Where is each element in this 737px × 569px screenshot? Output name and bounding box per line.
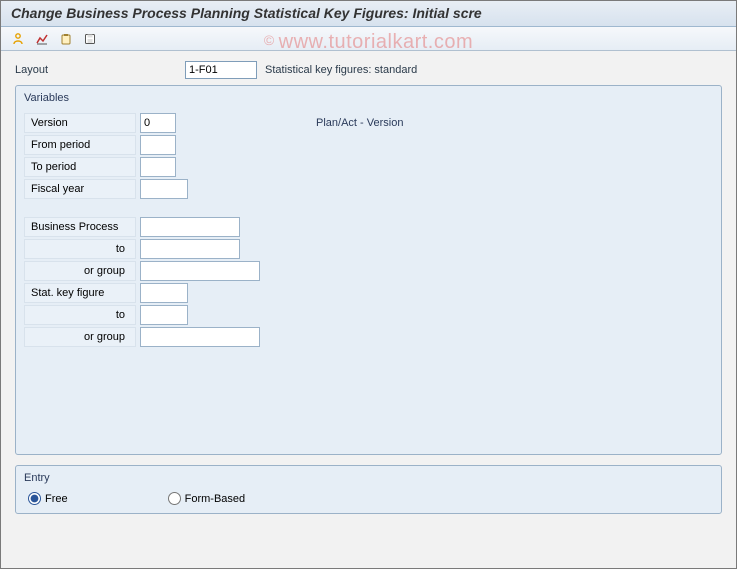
fiscal-year-label: Fiscal year <box>24 179 136 199</box>
content-area: Layout Statistical key figures: standard… <box>1 51 736 524</box>
business-process-row: Business Process <box>24 216 713 238</box>
entry-formbased-radio[interactable] <box>168 492 181 505</box>
variables-panel: Variables Version Plan/Act - Version Fro… <box>15 85 722 455</box>
toolbar <box>1 27 736 51</box>
bp-to-input[interactable] <box>140 239 240 259</box>
bp-group-input[interactable] <box>140 261 260 281</box>
paste-icon[interactable] <box>57 30 75 48</box>
stat-key-figure-row: Stat. key figure <box>24 282 713 304</box>
from-period-input[interactable] <box>140 135 176 155</box>
version-row: Version Plan/Act - Version <box>24 112 713 134</box>
variables-title: Variables <box>24 90 713 106</box>
version-label: Version <box>24 113 136 133</box>
skf-to-row: to <box>24 304 713 326</box>
page-title: Change Business Process Planning Statist… <box>11 5 482 21</box>
from-period-row: From period <box>24 134 713 156</box>
layout-input[interactable] <box>185 61 257 79</box>
bp-group-row: or group <box>24 260 713 282</box>
to-period-row: To period <box>24 156 713 178</box>
layout-description: Statistical key figures: standard <box>265 64 417 76</box>
entry-free-label: Free <box>45 493 68 505</box>
to-period-input[interactable] <box>140 157 176 177</box>
bp-to-label: to <box>24 239 136 259</box>
from-period-label: From period <box>24 135 136 155</box>
skf-group-row: or group <box>24 326 713 348</box>
save-icon[interactable] <box>81 30 99 48</box>
entry-panel: Entry Free Form-Based <box>15 465 722 514</box>
chart-icon[interactable] <box>33 30 51 48</box>
fiscal-year-input[interactable] <box>140 179 188 199</box>
bp-group-label: or group <box>24 261 136 281</box>
person-icon[interactable] <box>9 30 27 48</box>
to-period-label: To period <box>24 157 136 177</box>
stat-key-figure-input[interactable] <box>140 283 188 303</box>
skf-group-input[interactable] <box>140 327 260 347</box>
skf-group-label: or group <box>24 327 136 347</box>
skf-to-input[interactable] <box>140 305 188 325</box>
entry-free-option[interactable]: Free <box>28 492 68 505</box>
version-description: Plan/Act - Version <box>316 117 403 129</box>
entry-formbased-label: Form-Based <box>185 493 246 505</box>
stat-key-figure-label: Stat. key figure <box>24 283 136 303</box>
version-input[interactable] <box>140 113 176 133</box>
entry-radio-group: Free Form-Based <box>24 492 713 505</box>
skf-to-label: to <box>24 305 136 325</box>
fiscal-year-row: Fiscal year <box>24 178 713 200</box>
layout-row: Layout Statistical key figures: standard <box>15 61 722 79</box>
bp-to-row: to <box>24 238 713 260</box>
entry-title: Entry <box>24 470 713 486</box>
title-bar: Change Business Process Planning Statist… <box>1 1 736 27</box>
layout-label: Layout <box>15 64 185 76</box>
business-process-label: Business Process <box>24 217 136 237</box>
entry-formbased-option[interactable]: Form-Based <box>168 492 246 505</box>
entry-free-radio[interactable] <box>28 492 41 505</box>
business-process-input[interactable] <box>140 217 240 237</box>
